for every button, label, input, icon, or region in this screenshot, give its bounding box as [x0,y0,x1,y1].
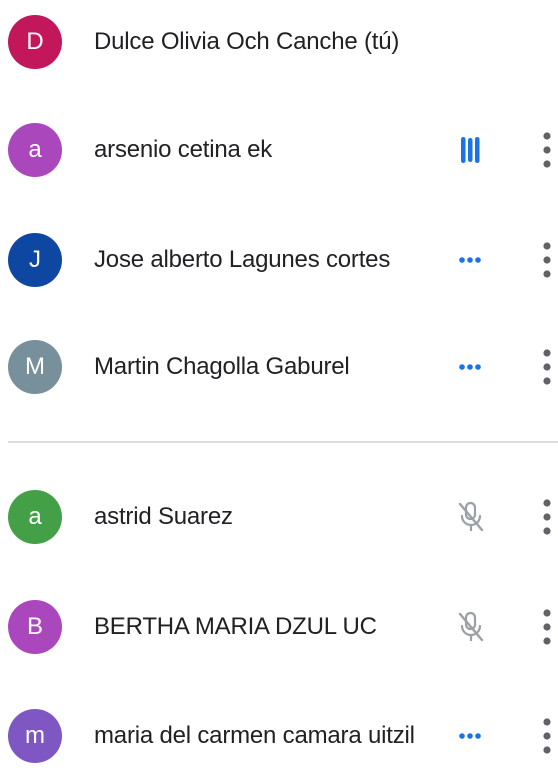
participant-name: Martin Chagolla Gaburel [94,353,350,380]
three-dots-icon [451,347,491,387]
avatar: J [8,233,62,287]
avatar: D [8,15,62,69]
participant-row[interactable]: a astrid Suarez [0,477,558,557]
three-dots-icon [451,240,491,280]
participant-row[interactable]: m maria del carmen camara uitzil [0,696,558,776]
mic-off-icon [451,607,491,647]
participant-name: arsenio cetina ek [94,136,273,163]
participant-name: BERTHA MARIA DZUL UC [94,613,377,640]
section-divider [8,441,558,443]
participant-row[interactable]: a arsenio cetina ek [0,110,558,190]
three-dots-icon [451,716,491,756]
participant-row[interactable]: B BERTHA MARIA DZUL UC [0,587,558,667]
participant-name: astrid Suarez [94,503,233,530]
avatar: a [8,490,62,544]
more-options-icon[interactable] [534,714,558,758]
avatar: a [8,123,62,177]
more-options-icon[interactable] [534,495,558,539]
participant-name: maria del carmen camara uitzil [94,722,415,749]
participant-list: D Dulce Olivia Och Canche (tú) a arsenio ce… [0,0,558,770]
participant-row[interactable]: M Martin Chagolla Gaburel [0,327,558,407]
avatar: m [8,709,62,763]
more-options-icon[interactable] [534,605,558,649]
participant-name: Dulce Olivia Och Canche (tú) [94,28,400,55]
avatar: B [8,600,62,654]
avatar: M [8,340,62,394]
participant-row[interactable]: J Jose alberto Lagunes cortes [0,220,558,300]
more-options-icon[interactable] [534,238,558,282]
mic-off-icon [451,497,491,537]
participant-row[interactable]: D Dulce Olivia Och Canche (tú) [0,2,558,82]
participant-name: Jose alberto Lagunes cortes [94,246,391,273]
audio-bars-icon [451,130,491,170]
more-options-icon[interactable] [534,128,558,172]
more-options-icon[interactable] [534,345,558,389]
